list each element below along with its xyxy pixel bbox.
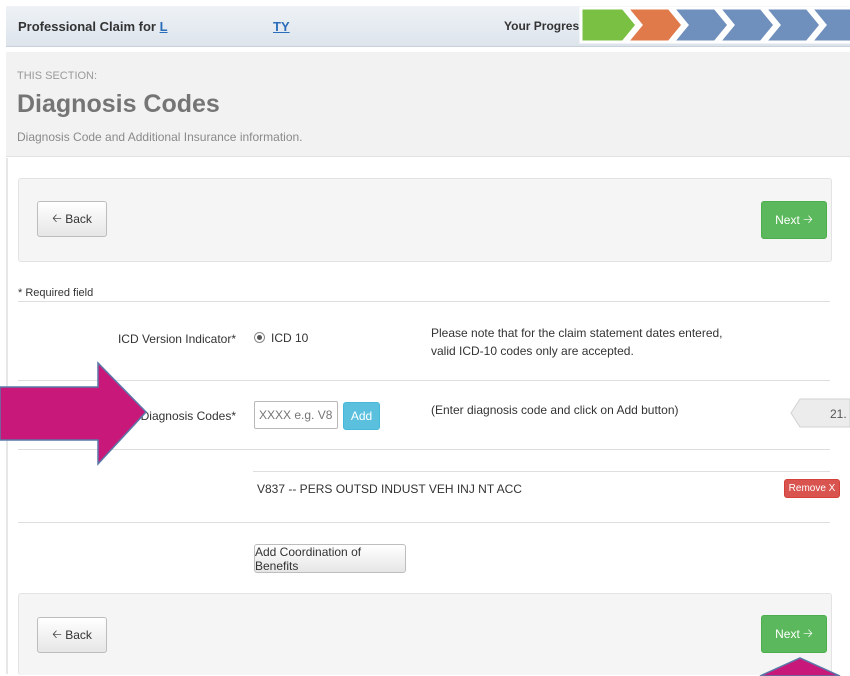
arrow-right-icon: 🡢 [803, 625, 813, 640]
required-field-note: * Required field [18, 287, 94, 299]
diagnosis-hint: (Enter diagnosis code and click on Add b… [431, 403, 679, 417]
section-subtitle: Diagnosis Code and Additional Insurance … [17, 130, 303, 144]
add-diagnosis-button[interactable]: Add [343, 402, 380, 430]
icd-version-label: ICD Version Indicator* [117, 332, 236, 346]
divider [18, 301, 830, 302]
add-coordination-of-benefits-button[interactable]: Add Coordination of Benefits [254, 544, 406, 573]
divider [18, 522, 830, 523]
arrow-left-icon: 🡠 [52, 210, 62, 225]
icd-note-line1: Please note that for the claim statement… [431, 326, 723, 340]
arrow-left-icon: 🡠 [52, 626, 62, 641]
diagnosis-code-input[interactable] [254, 401, 338, 429]
icd-note-line2: valid ICD-10 codes only are accepted. [431, 344, 634, 358]
annotation-arrow-up [759, 657, 841, 676]
icd10-option-label: ICD 10 [271, 331, 309, 345]
back-button-label: Back [65, 212, 92, 226]
next-button-bottom[interactable]: Next 🡢 [761, 615, 827, 653]
arrow-right-icon: 🡢 [803, 211, 813, 226]
back-button-label: Back [65, 628, 92, 642]
next-button-label: Next [775, 627, 800, 641]
side-tag-text: 21. [830, 407, 847, 421]
entry-top-border [253, 471, 830, 472]
progress-step-complete [579, 6, 639, 44]
annotation-arrow-right [0, 361, 148, 466]
next-button-label: Next [775, 213, 800, 227]
next-button-top[interactable]: Next 🡢 [761, 201, 827, 239]
top-nav-panel: 🡠 Back Next 🡢 [18, 178, 832, 262]
progress-tracker [579, 6, 850, 44]
back-button-bottom[interactable]: 🡠 Back [37, 617, 107, 653]
icd10-radio[interactable] [254, 332, 265, 343]
section-kicker: THIS SECTION: [17, 70, 98, 82]
back-button-top[interactable]: 🡠 Back [37, 201, 107, 237]
remove-diagnosis-button[interactable]: Remove X [784, 479, 840, 498]
page-title: Diagnosis Codes [17, 90, 220, 118]
section-header: THIS SECTION: Diagnosis Codes Diagnosis … [6, 52, 850, 157]
claim-header-bar: Professional Claim for L TY Your Progres… [6, 6, 850, 47]
diagnosis-entry-text: V837 -- PERS OUTSD INDUST VEH INJ NT ACC [257, 482, 522, 496]
bottom-nav-panel: 🡠 Back Next 🡢 [18, 593, 832, 675]
